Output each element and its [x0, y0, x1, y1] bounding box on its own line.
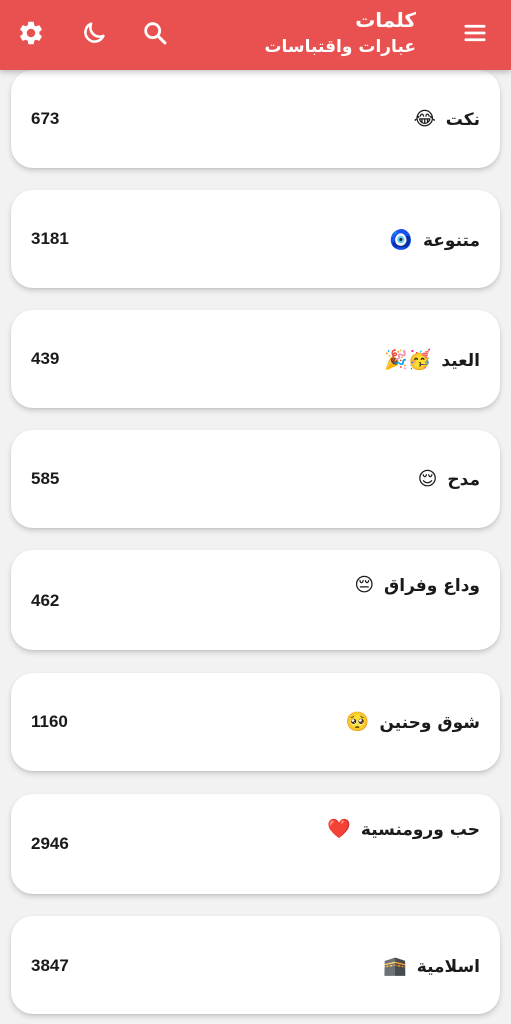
laughing-face-icon: 😂 [413, 108, 436, 130]
category-count: 585 [31, 469, 60, 488]
category-card-farewell[interactable]: 462 وداع وفراق 😔 [11, 550, 500, 650]
category-label: اسلامية 🕋 [383, 954, 480, 977]
category-count: 3847 [31, 956, 69, 975]
category-card-praise[interactable]: 585 مدح 😌 [11, 430, 500, 528]
category-label: وداع وفراق 😔 [354, 574, 480, 596]
category-count: 673 [31, 109, 60, 128]
category-name: العيد [441, 351, 480, 371]
category-count: 439 [31, 349, 60, 368]
category-count: 462 [31, 591, 60, 610]
category-name: وداع وفراق [384, 576, 480, 596]
gear-icon [20, 21, 42, 45]
party-face-icon: 🥳🎉 [384, 349, 432, 371]
menu-icon [464, 24, 486, 42]
search-button[interactable] [135, 13, 175, 53]
kaaba-icon: 🕋 [383, 955, 407, 977]
category-card-eid[interactable]: 439 العيد 🥳🎉 [11, 310, 500, 408]
category-card-islamic[interactable]: 3847 اسلامية 🕋 [11, 916, 500, 1014]
category-name: حب ورومنسية [360, 820, 480, 840]
category-name: نكت [445, 110, 480, 130]
category-card-love[interactable]: 2946 حب ورومنسية ❤️ [11, 794, 500, 894]
category-name: شوق وحنين [379, 713, 481, 733]
red-heart-icon: ❤️ [327, 818, 351, 840]
dark-mode-button[interactable] [74, 13, 114, 53]
category-card-jokes[interactable]: 673 نكت 😂 [11, 70, 500, 168]
category-label: مدح 😌 [418, 468, 480, 490]
category-count: 1160 [31, 712, 68, 731]
category-label: متنوعة 🧿 [389, 228, 480, 251]
category-label: نكت 😂 [414, 108, 480, 130]
category-card-longing[interactable]: 1160 شوق وحنين 🥺 [11, 673, 500, 771]
category-name: مدح [447, 470, 480, 490]
category-name: متنوعة [423, 231, 480, 251]
category-label: شوق وحنين 🥺 [346, 710, 480, 733]
app-title-block: كلمات عبارات واقتباسات [264, 7, 416, 59]
menu-button[interactable] [455, 13, 495, 53]
category-label: العيد 🥳🎉 [384, 348, 480, 371]
pensive-face-icon: 😔 [354, 574, 375, 596]
moon-icon [84, 22, 105, 43]
pleading-face-icon: 🥺 [345, 711, 370, 733]
nazar-amulet-icon: 🧿 [389, 229, 414, 251]
app-title: كلمات [355, 8, 416, 32]
category-card-misc[interactable]: 3181 متنوعة 🧿 [11, 190, 500, 288]
settings-button[interactable] [11, 13, 51, 53]
app-subtitle: عبارات واقتباسات [264, 37, 416, 57]
category-name: اسلامية [416, 957, 480, 977]
relieved-face-icon: 😌 [417, 468, 438, 490]
category-count: 3181 [31, 229, 69, 248]
category-label: حب ورومنسية ❤️ [327, 817, 480, 840]
app-bar: كلمات عبارات واقتباسات [0, 0, 511, 70]
search-icon [144, 22, 167, 45]
category-count: 2946 [31, 834, 69, 853]
